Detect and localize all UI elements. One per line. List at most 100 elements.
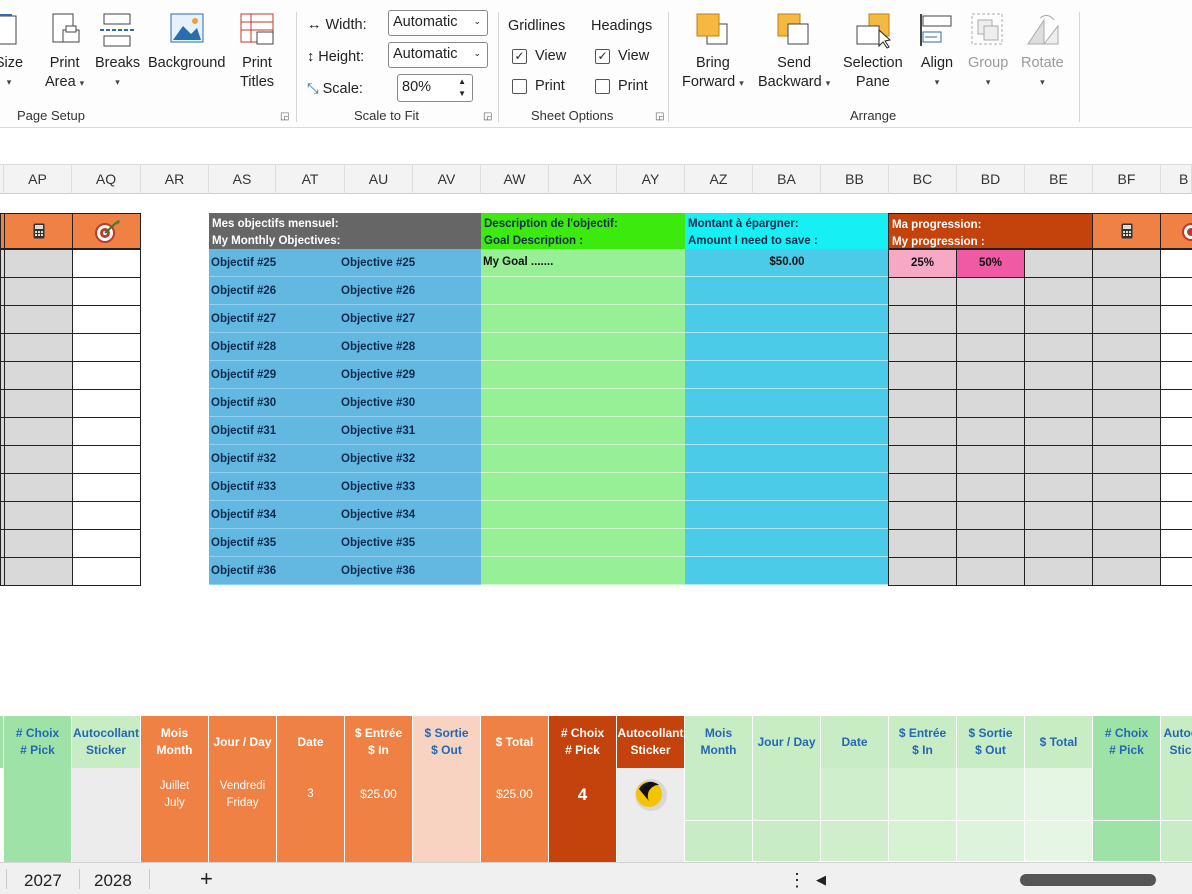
ledger-cell[interactable]	[753, 821, 821, 862]
progress-cell[interactable]	[1024, 557, 1093, 586]
progress-cell[interactable]	[1024, 501, 1093, 530]
tracker-cell[interactable]	[72, 361, 141, 390]
tracker-cell[interactable]	[72, 389, 141, 418]
ledger-header[interactable]: # Choix # Pick	[1093, 716, 1161, 768]
progress-cell[interactable]	[956, 445, 1025, 474]
progress-cell[interactable]	[1092, 473, 1161, 502]
column-header[interactable]: BA	[753, 165, 821, 194]
day-cell[interactable]: Vendredi Friday	[209, 768, 277, 821]
tracker-cell[interactable]	[4, 361, 73, 390]
tracker-cell[interactable]	[72, 557, 141, 586]
progress-cell[interactable]	[1160, 445, 1192, 474]
tracker-cell[interactable]	[4, 389, 73, 418]
sticker-cell[interactable]	[72, 821, 141, 862]
column-header[interactable]: AT	[276, 165, 345, 194]
ledger-cell[interactable]	[1161, 821, 1192, 862]
gridlines-print-checkbox[interactable]: Print	[512, 78, 565, 94]
height-select[interactable]: Automatic ⌄	[388, 42, 488, 68]
breaks-button[interactable]: Breaks ▾	[95, 12, 140, 92]
date-cell[interactable]: 3	[277, 768, 345, 821]
sticker-cell[interactable]	[617, 768, 685, 821]
tracker-cell[interactable]	[72, 445, 141, 474]
goal-description-header[interactable]: Description de l'objectif: Goal Descript…	[481, 213, 685, 249]
tracker-cell[interactable]	[72, 305, 141, 334]
objective-row[interactable]: Objectif #30 Objective #30	[209, 389, 481, 417]
month-cell[interactable]: Juillet July	[141, 768, 209, 821]
ledger-header[interactable]: $ Total	[1025, 716, 1093, 768]
progress-cell[interactable]	[1092, 305, 1161, 334]
objective-row[interactable]: Objectif #31 Objective #31	[209, 417, 481, 445]
spin-down-icon[interactable]: ▼	[458, 89, 466, 98]
tracker-cell[interactable]	[4, 249, 73, 278]
column-header[interactable]: AS	[209, 165, 276, 194]
progress-cell[interactable]	[888, 445, 957, 474]
ledger-header[interactable]: AutocStic	[1161, 716, 1192, 768]
progress-cell[interactable]	[888, 473, 957, 502]
pick-cell[interactable]: 4	[549, 768, 617, 821]
ledger-cell[interactable]	[889, 821, 957, 862]
in-cell[interactable]	[345, 821, 413, 862]
progress-cell[interactable]	[1160, 557, 1192, 586]
background-button[interactable]: Background	[148, 12, 225, 73]
ledger-cell[interactable]	[1093, 768, 1161, 821]
progress-cell[interactable]	[1160, 333, 1192, 362]
column-header[interactable]: BF	[1093, 165, 1161, 194]
scroll-left-icon[interactable]: ◀	[816, 863, 826, 894]
progress-cell[interactable]	[956, 389, 1025, 418]
scale-spinner[interactable]: 80% ▲ ▼	[397, 74, 473, 102]
ledger-header[interactable]: $ Sortie $ Out	[957, 716, 1025, 768]
progress-cell[interactable]	[888, 389, 957, 418]
tracker-cell[interactable]	[72, 529, 141, 558]
ledger-header[interactable]: $ Entrée $ In	[345, 716, 413, 768]
progress-cell[interactable]	[1092, 277, 1161, 306]
objective-row[interactable]: Objectif #32 Objective #32	[209, 445, 481, 473]
print-area-button[interactable]: Print Area ▾	[45, 12, 84, 93]
column-header[interactable]: B	[1161, 165, 1192, 194]
tracker-cell[interactable]	[4, 445, 73, 474]
ledger-cell[interactable]	[957, 821, 1025, 862]
column-header[interactable]: AV	[413, 165, 481, 194]
pick-cell[interactable]	[4, 821, 72, 862]
date-cell[interactable]	[277, 821, 345, 862]
progress-cell[interactable]	[888, 417, 957, 446]
size-button[interactable]: Size ▾	[0, 12, 24, 92]
tracker-cell[interactable]	[72, 473, 141, 502]
print-titles-button[interactable]: Print Titles	[237, 12, 277, 92]
total-cell[interactable]	[481, 821, 549, 862]
month-cell[interactable]	[141, 821, 209, 862]
ledger-cell[interactable]	[1025, 821, 1093, 862]
ledger-header[interactable]: $ Sortie $ Out	[413, 716, 481, 768]
spin-up-icon[interactable]: ▲	[458, 77, 466, 86]
ledger-header[interactable]: Mois Month	[141, 716, 209, 768]
ledger-cell[interactable]	[685, 768, 753, 821]
progress-cell[interactable]	[1092, 501, 1161, 530]
progress-cell[interactable]	[888, 361, 957, 390]
ledger-header[interactable]: $ Total	[481, 716, 549, 768]
column-header[interactable]: AQ	[72, 165, 141, 194]
progress-cell[interactable]	[956, 529, 1025, 558]
scale-to-fit-launcher-icon[interactable]: ◲	[483, 111, 492, 122]
progress-header[interactable]: Ma progression: My progression :	[888, 213, 1093, 249]
tracker-cell[interactable]	[4, 501, 73, 530]
tracker-cell[interactable]	[72, 417, 141, 446]
width-select[interactable]: Automatic ⌄	[388, 10, 488, 36]
ledger-cell[interactable]	[1025, 768, 1093, 821]
progress-cell[interactable]	[1160, 389, 1192, 418]
send-backward-button[interactable]: Send Backward ▾	[758, 12, 830, 93]
column-header[interactable]: AW	[481, 165, 549, 194]
column-header[interactable]: AP	[4, 165, 72, 194]
column-header[interactable]: AX	[549, 165, 617, 194]
progress-cell[interactable]: 50%	[956, 249, 1025, 278]
objective-row[interactable]: Objectif #35 Objective #35	[209, 529, 481, 557]
ledger-cell[interactable]	[1161, 768, 1192, 821]
progress-cell[interactable]	[956, 361, 1025, 390]
ledger-cell[interactable]	[957, 768, 1025, 821]
add-sheet-button[interactable]: +	[200, 863, 213, 894]
selection-pane-button[interactable]: Selection Pane	[843, 12, 903, 92]
progress-cell[interactable]	[1024, 389, 1093, 418]
progress-cell[interactable]	[1160, 501, 1192, 530]
column-header[interactable]: BE	[1025, 165, 1093, 194]
progress-cell[interactable]	[956, 557, 1025, 586]
column-header[interactable]: AY	[617, 165, 685, 194]
objectives-header[interactable]: Mes objectifs mensuel: My Monthly Object…	[209, 213, 481, 249]
